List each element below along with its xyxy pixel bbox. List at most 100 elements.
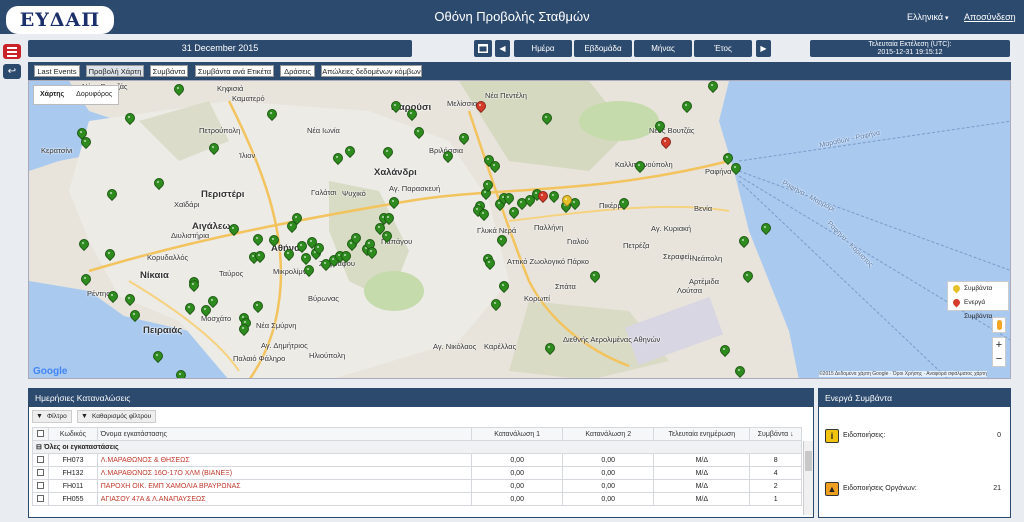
row-checkbox[interactable]: [37, 468, 45, 476]
period-year-button[interactable]: Έτος: [694, 40, 752, 57]
station-marker[interactable]: [635, 161, 643, 171]
station-marker[interactable]: [443, 151, 451, 161]
column-header[interactable]: Τελευταία ενημέρωση: [653, 427, 751, 441]
station-marker[interactable]: [761, 223, 769, 233]
table-row[interactable]: FH011 ΠΑΡΟΧΗ ΟΙΚ. ΕΜΠ ΧΑΜΟΛΙΑ ΒΡΑΥΡΩΝΑΣ …: [31, 479, 802, 493]
table-row[interactable]: FH055 ΑΓΙΑΣΟΥ 47Α & Λ.ΑΝΑΠΑΥΣΕΩΣ 0,00 0,…: [31, 492, 802, 506]
row-checkbox[interactable]: [37, 494, 45, 502]
station-marker[interactable]: [239, 324, 247, 334]
station-marker[interactable]: [267, 109, 275, 119]
station-marker[interactable]: [79, 239, 87, 249]
clear-filter-button[interactable]: Καθαρισμός φίλτρου: [77, 410, 157, 423]
cell-name[interactable]: ΑΓΙΑΣΟΥ 47Α & Λ.ΑΝΑΠΑΥΣΕΩΣ: [96, 492, 473, 506]
calendar-icon[interactable]: [474, 40, 492, 57]
station-marker[interactable]: [229, 224, 237, 234]
station-marker[interactable]: [504, 193, 512, 203]
back-arrow-icon[interactable]: ↩: [3, 64, 21, 79]
station-marker[interactable]: [483, 180, 491, 190]
station-marker[interactable]: [655, 121, 663, 131]
station-marker[interactable]: [723, 153, 731, 163]
station-marker[interactable]: [485, 258, 493, 268]
station-marker[interactable]: [391, 101, 399, 111]
station-marker[interactable]: [333, 153, 341, 163]
active-event-station-marker[interactable]: [476, 101, 484, 111]
station-marker[interactable]: [209, 143, 217, 153]
column-header[interactable]: Κατανάλωση 1: [471, 427, 564, 441]
zoom-in-button[interactable]: +: [993, 338, 1005, 352]
station-marker[interactable]: [185, 303, 193, 313]
station-marker[interactable]: [153, 351, 161, 361]
station-marker[interactable]: [407, 109, 415, 119]
station-marker[interactable]: [497, 235, 505, 245]
station-marker[interactable]: [269, 235, 277, 245]
station-marker[interactable]: [509, 207, 517, 217]
select-all-checkbox[interactable]: [31, 427, 50, 441]
street-view-pegman-icon[interactable]: [992, 317, 1006, 333]
filter-button[interactable]: Φίλτρο: [32, 410, 72, 423]
station-marker[interactable]: [389, 197, 397, 207]
station-marker[interactable]: [708, 81, 716, 91]
collapse-icon[interactable]: ⊟: [36, 444, 44, 451]
station-marker[interactable]: [81, 274, 89, 284]
active-event-station-marker[interactable]: [538, 191, 546, 201]
table-row[interactable]: FH073 Λ.ΜΑΡΑΘΩΝΟΣ & ΘΗΣΕΩΣ 0,00 0,00 Μ/Δ…: [31, 453, 802, 467]
station-marker[interactable]: [731, 163, 739, 173]
station-marker[interactable]: [542, 113, 550, 123]
station-marker[interactable]: [208, 296, 216, 306]
next-period-button[interactable]: ▶: [756, 40, 771, 57]
station-marker[interactable]: [105, 249, 113, 259]
station-marker[interactable]: [292, 213, 300, 223]
instrument-notifications-row[interactable]: ▲ Ειδοποιήσεις Οργάνων: 21: [823, 482, 1007, 498]
station-marker[interactable]: [549, 191, 557, 201]
table-scrollbar[interactable]: [803, 441, 813, 515]
station-marker[interactable]: [201, 305, 209, 315]
logout-link[interactable]: Αποσύνδεση: [964, 12, 1016, 22]
column-header[interactable]: Κωδικός: [48, 427, 98, 441]
station-marker[interactable]: [284, 249, 292, 259]
station-marker[interactable]: [297, 241, 305, 251]
station-marker[interactable]: [108, 291, 116, 301]
tab-last-events[interactable]: Last Events: [34, 65, 80, 77]
station-marker[interactable]: [479, 209, 487, 219]
tab-events[interactable]: Συμβάντα: [150, 65, 188, 77]
station-marker[interactable]: [490, 161, 498, 171]
station-marker[interactable]: [383, 147, 391, 157]
period-month-button[interactable]: Μήνας: [634, 40, 692, 57]
prev-period-button[interactable]: ◀: [495, 40, 510, 57]
station-marker[interactable]: [720, 345, 728, 355]
tab-actions[interactable]: Δράσεις: [280, 65, 315, 77]
tab-events-by-tag[interactable]: Συμβάντα ανά Ετικέτα: [195, 65, 274, 77]
map-view[interactable]: Χαλάνδρι Αθήνα Πειραιάς Νίκαια Περιστέρι…: [28, 80, 1011, 379]
column-header[interactable]: Όνομα εγκατάστασης: [96, 427, 473, 441]
row-checkbox[interactable]: [37, 455, 45, 463]
station-marker[interactable]: [130, 310, 138, 320]
station-marker[interactable]: [255, 251, 263, 261]
station-marker[interactable]: [743, 271, 751, 281]
station-marker[interactable]: [314, 243, 322, 253]
period-week-button[interactable]: Εβδομάδα: [574, 40, 632, 57]
station-marker[interactable]: [735, 366, 743, 376]
language-selector[interactable]: Ελληνικά: [907, 12, 949, 22]
column-header-sorted[interactable]: Συμβάντα ↓: [749, 427, 802, 441]
station-marker[interactable]: [154, 178, 162, 188]
station-marker[interactable]: [499, 281, 507, 291]
station-marker[interactable]: [367, 247, 375, 257]
menu-icon[interactable]: [3, 44, 21, 59]
station-marker[interactable]: [174, 84, 182, 94]
notifications-row[interactable]: i Ειδοποιήσεις: 0: [823, 429, 1007, 445]
station-marker[interactable]: [590, 271, 598, 281]
station-marker[interactable]: [253, 234, 261, 244]
map-attribution[interactable]: ©2015 Δεδομένα χάρτη Google · Όροι Χρήση…: [819, 371, 987, 377]
cell-name[interactable]: Λ.ΜΑΡΑΘΩΝΟΣ 16Ο-17Ο ΧΛΜ (ΒΙΑΝΕΞ): [96, 466, 473, 480]
map-type-map-button[interactable]: Χάρτης: [34, 86, 70, 104]
station-marker[interactable]: [619, 198, 627, 208]
station-marker[interactable]: [739, 236, 747, 246]
map-type-satellite-button[interactable]: Δορυφόρος: [70, 86, 118, 104]
station-marker[interactable]: [491, 299, 499, 309]
station-marker[interactable]: [345, 146, 353, 156]
row-checkbox[interactable]: [37, 481, 45, 489]
station-marker[interactable]: [81, 137, 89, 147]
station-marker[interactable]: [107, 189, 115, 199]
cell-name[interactable]: Λ.ΜΑΡΑΘΩΝΟΣ & ΘΗΣΕΩΣ: [96, 453, 473, 467]
station-marker[interactable]: [384, 213, 392, 223]
